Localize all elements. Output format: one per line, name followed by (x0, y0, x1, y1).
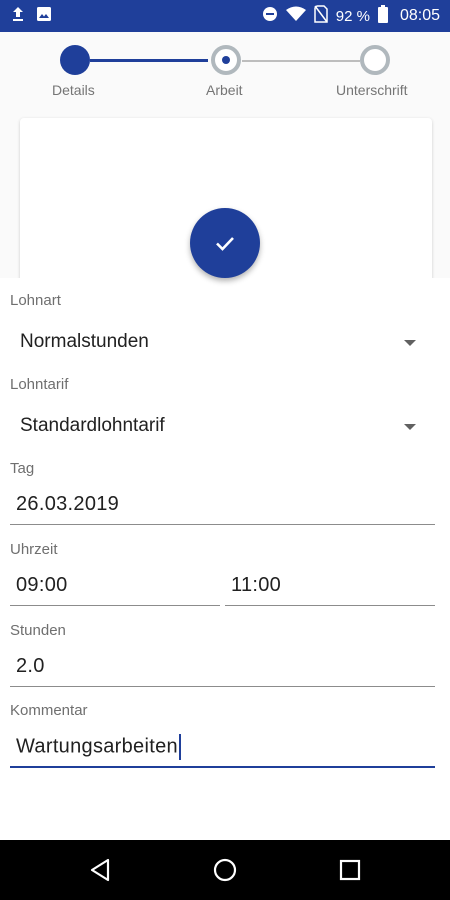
battery-icon (377, 5, 388, 27)
kommentar-value: Wartungsarbeiten (16, 734, 181, 760)
end-time-input[interactable]: 11:00 (225, 566, 435, 606)
kommentar-input[interactable]: Wartungsarbeiten (10, 728, 435, 768)
no-sim-icon (314, 5, 328, 27)
status-bar: 92 % 08:05 (0, 0, 450, 32)
start-time-input[interactable]: 09:00 (10, 566, 220, 606)
step-arbeit-indicator[interactable] (211, 45, 241, 75)
confirm-button[interactable] (190, 208, 260, 278)
upload-icon (10, 6, 26, 27)
check-icon (216, 237, 234, 251)
back-icon[interactable] (88, 858, 112, 882)
lohntarif-label: Lohntarif (10, 376, 69, 393)
dropdown-arrow-icon (404, 340, 416, 346)
kommentar-label: Kommentar (10, 702, 88, 719)
navigation-bar (0, 840, 450, 900)
kommentar-text: Wartungsarbeiten (16, 735, 178, 758)
step-details-indicator[interactable] (60, 45, 90, 75)
text-cursor (178, 734, 181, 760)
wifi-icon (285, 6, 306, 26)
do-not-disturb-icon (262, 6, 278, 26)
tag-label: Tag (10, 460, 35, 477)
step-unterschrift-indicator[interactable] (360, 45, 390, 75)
work-entry-form: Lohnart Normalstunden Lohntarif Standard… (0, 278, 450, 840)
lohnart-select[interactable]: Normalstunden (10, 322, 430, 362)
tag-input[interactable]: 26.03.2019 (10, 485, 435, 525)
step-details-label: Details (52, 82, 95, 98)
step-arbeit-label: Arbeit (206, 82, 243, 98)
progress-stepper: Details Arbeit Unterschrift (0, 32, 450, 116)
image-icon (36, 6, 52, 27)
stunden-label: Stunden (10, 622, 66, 639)
start-time-value: 09:00 (16, 574, 68, 596)
home-icon[interactable] (213, 858, 237, 882)
lohnart-value: Normalstunden (20, 331, 149, 352)
stunden-value: 2.0 (16, 655, 45, 677)
lohnart-label: Lohnart (10, 292, 61, 309)
stepper-connector-pending (242, 60, 360, 62)
battery-level: 92 % (335, 7, 370, 25)
end-time-value: 11:00 (231, 574, 282, 596)
step-unterschrift-label: Unterschrift (336, 82, 408, 98)
tag-value: 26.03.2019 (16, 493, 120, 515)
uhrzeit-label: Uhrzeit (10, 541, 58, 558)
recents-icon[interactable] (339, 859, 361, 881)
stepper-connector-complete (90, 59, 208, 62)
clock: 08:05 (399, 7, 440, 24)
lohntarif-value: Standardlohntarif (20, 415, 165, 436)
stunden-input[interactable]: 2.0 (10, 647, 435, 687)
dropdown-arrow-icon (404, 424, 416, 430)
lohntarif-select[interactable]: Standardlohntarif (10, 406, 430, 446)
